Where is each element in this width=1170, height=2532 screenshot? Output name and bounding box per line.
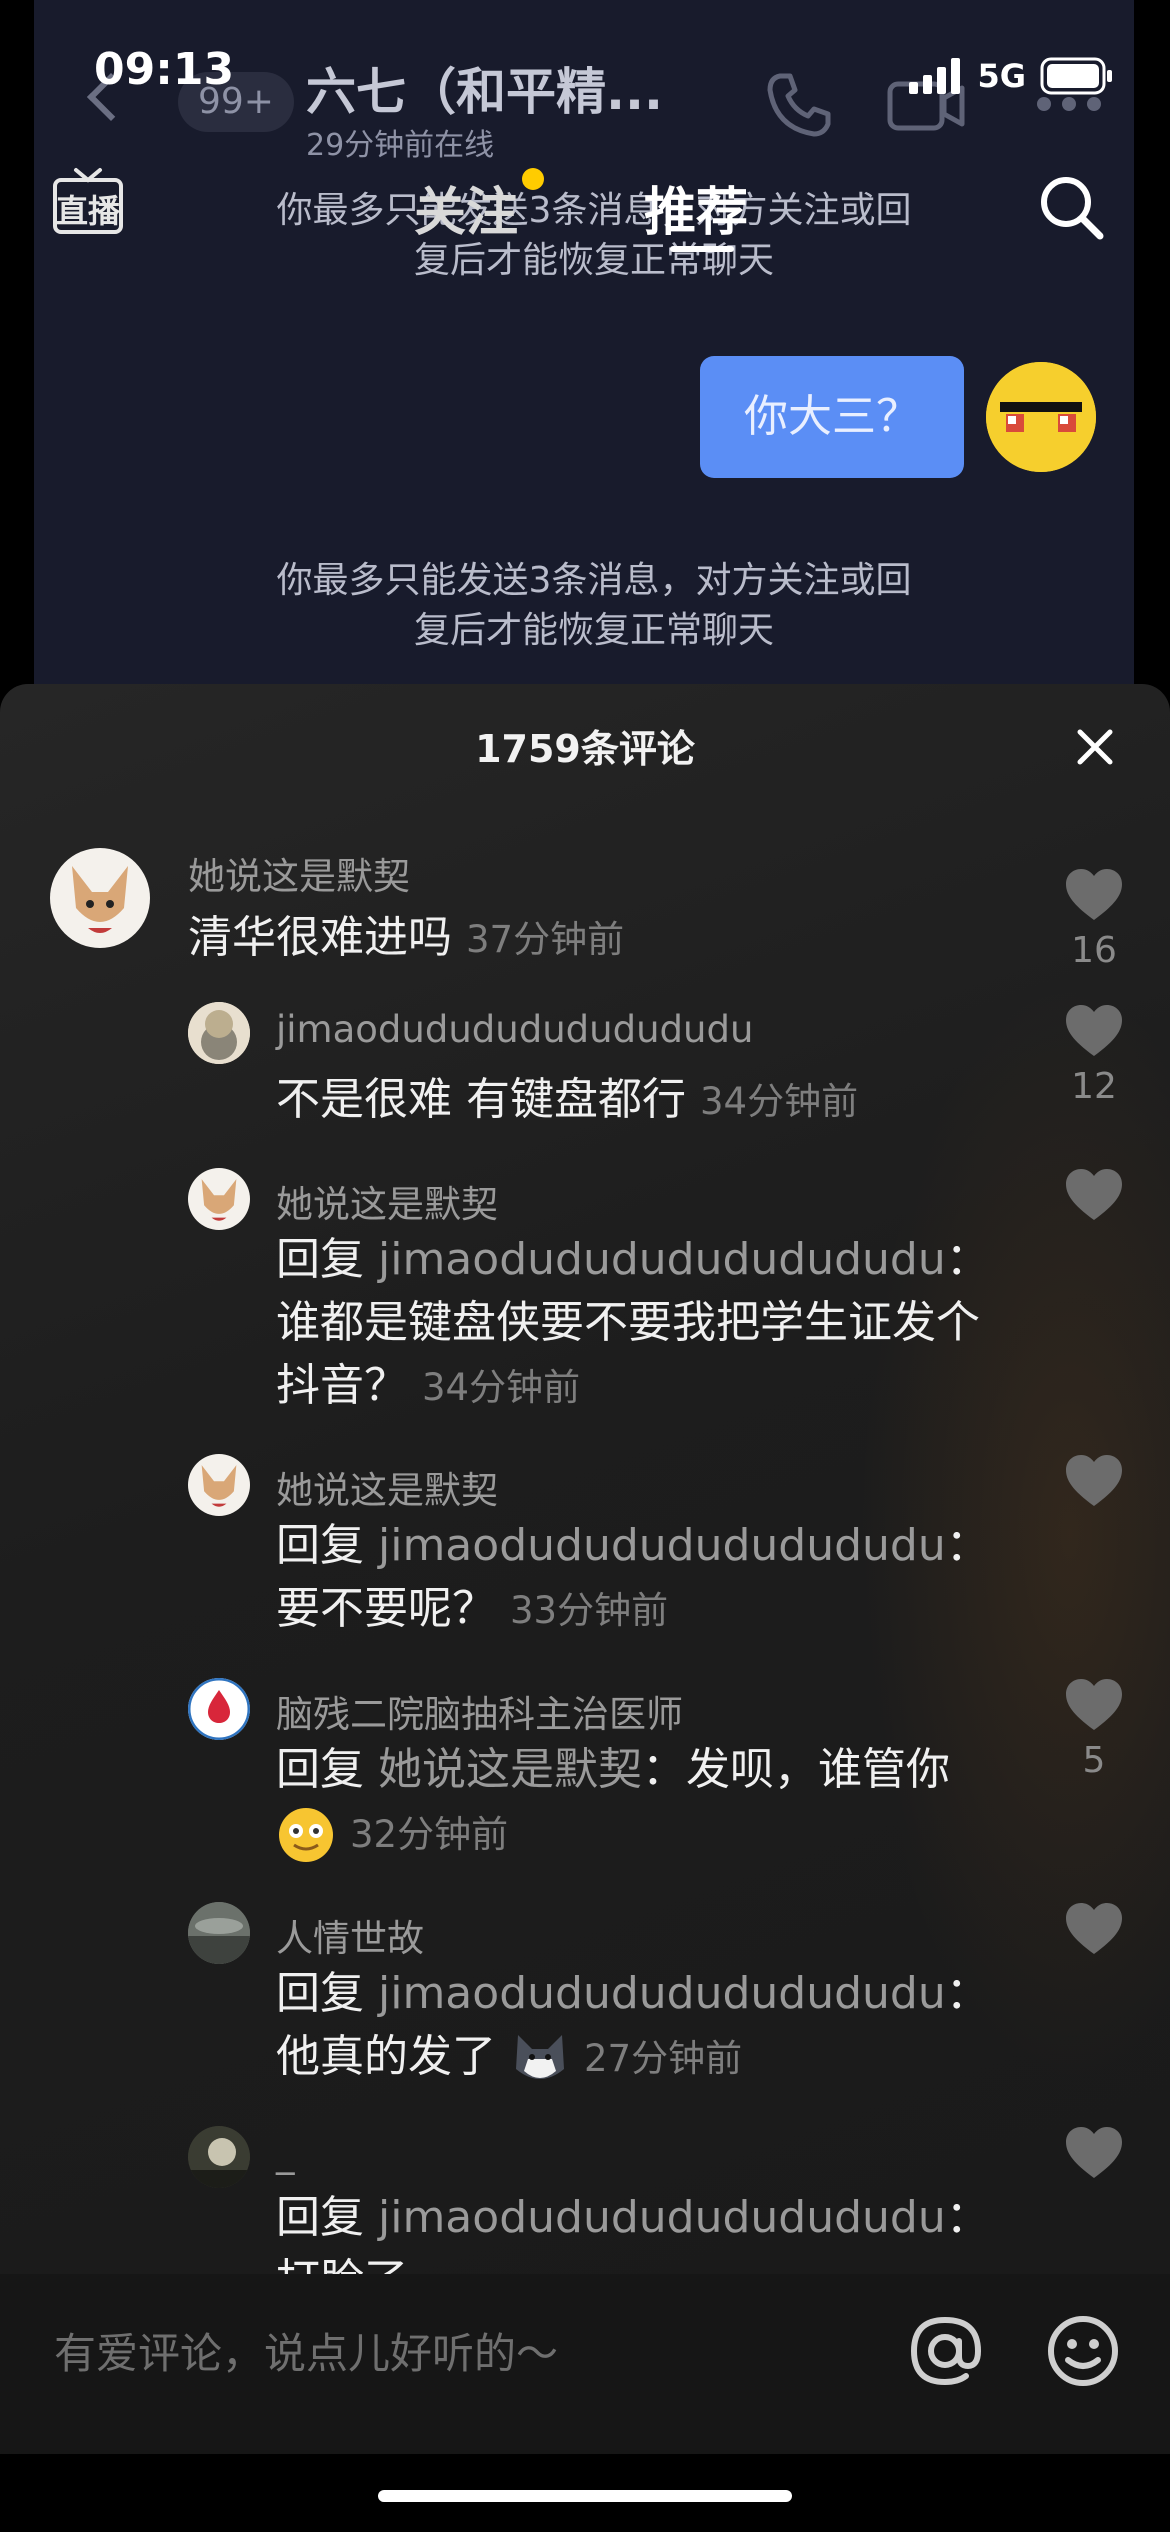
tab-follow-dot	[522, 168, 544, 190]
heart-icon	[1066, 1005, 1122, 1056]
emoji-picker-icon[interactable]	[1046, 2314, 1120, 2388]
reply-target[interactable]: jimaodudududududududu	[378, 2192, 946, 2243]
comment-time: 32分钟前	[350, 1813, 509, 1856]
comment-author[interactable]: 人情世故	[276, 1908, 424, 1962]
comment-text[interactable]: 回复 jimaodudududududududu：打脸了	[276, 2186, 1016, 2274]
husky-emoji-icon	[516, 2035, 564, 2079]
comment-author[interactable]: 脑残二院脑抽科主治医师	[276, 1684, 683, 1738]
comment-time: 27分钟前	[584, 2037, 743, 2080]
comment-time: 37分钟前	[466, 918, 625, 961]
comments-count-title: 1759条评论	[475, 727, 695, 771]
heart-icon	[1066, 869, 1122, 920]
heart-icon	[1066, 1169, 1122, 1220]
avatar[interactable]	[188, 1002, 250, 1064]
smiling-emoji-icon	[279, 1808, 333, 1862]
comment-time: 34分钟前	[700, 1080, 859, 1123]
like-button[interactable]: 16	[1058, 868, 1130, 971]
system-note: 你最多只能发送3条消息，对方关注或回 复后才能恢复正常聊天	[276, 190, 912, 281]
comment-text[interactable]: 回复 她说这是默契：发呗，谁管你 32分钟前	[276, 1738, 1016, 1866]
home-indicator[interactable]	[378, 2490, 792, 2502]
avatar[interactable]	[50, 848, 150, 948]
comments-sheet: 1759条评论 她说这是默契 清华很难进吗 37分钟前 16 jimaodudud…	[0, 684, 1170, 2274]
comment-text[interactable]: 清华很难进吗 37分钟前	[188, 906, 1038, 971]
avatar[interactable]	[188, 1678, 250, 1740]
tab-active-indicator	[670, 246, 734, 252]
like-button[interactable]	[1058, 1168, 1130, 1222]
signal-icon	[909, 58, 961, 94]
like-button[interactable]: 12	[1058, 1004, 1130, 1107]
chat-avatar	[986, 362, 1096, 472]
comment-author[interactable]: jimaodudududududududu	[276, 1008, 753, 1051]
comment-text[interactable]: 回复 jimaodudududududududu：他真的发了 27分钟前	[276, 1962, 1016, 2090]
avatar[interactable]	[188, 1902, 250, 1964]
like-count: 12	[1071, 1066, 1117, 1107]
avatar[interactable]	[188, 2126, 250, 2188]
live-label: 直播	[55, 192, 120, 230]
like-button[interactable]	[1058, 2126, 1130, 2180]
comment-time: 34分钟前	[422, 1366, 581, 1409]
like-button[interactable]: 5	[1058, 1678, 1130, 1781]
phone-icon	[767, 73, 831, 137]
at-mention-icon[interactable]	[908, 2314, 982, 2388]
like-button[interactable]	[1058, 1902, 1130, 1956]
like-button[interactable]	[1058, 1454, 1130, 1508]
comment-author[interactable]: _	[276, 2132, 295, 2175]
search-icon[interactable]	[1036, 172, 1106, 242]
comment-text[interactable]: 回复 jimaodudududududududu：谁都是键盘侠要不要我把学生证发…	[276, 1228, 1016, 1419]
heart-icon	[1066, 2127, 1122, 2178]
background-video[interactable]: 99+ 六七（和平精... 29分钟前在线 你最多只能发送3条消息，对方关注或回…	[34, 0, 1134, 700]
status-time: 09:13	[94, 44, 235, 95]
like-count: 16	[1071, 930, 1117, 971]
system-note-2: 你最多只能发送3条消息，对方关注或回 复后才能恢复正常聊天	[276, 560, 912, 651]
comment-input-bar[interactable]: 有爱评论，说点儿好听的～	[0, 2274, 1170, 2454]
heart-icon	[1066, 1455, 1122, 1506]
comment-input[interactable]: 有爱评论，说点儿好听的～	[54, 2320, 558, 2381]
reply-target[interactable]: jimaodudududududududu	[378, 1520, 946, 1571]
reply-target[interactable]: jimaodudududududududu	[378, 1234, 946, 1285]
reply-target[interactable]: jimaodudududududududu	[378, 1968, 946, 2019]
comment-author[interactable]: 她说这是默契	[276, 1460, 498, 1514]
comment-time: 33分钟前	[510, 1589, 669, 1632]
close-icon[interactable]	[1070, 722, 1120, 772]
live-button[interactable]: 直播	[52, 164, 124, 236]
avatar[interactable]	[188, 1454, 250, 1516]
chat-last-seen: 29分钟前在线	[306, 128, 495, 163]
heart-icon	[1066, 1679, 1122, 1730]
heart-icon	[1066, 1903, 1122, 1954]
status-right: 5G	[909, 54, 1114, 98]
comment-text[interactable]: 不是很难 有键盘都行 34分钟前	[276, 1068, 1056, 1133]
chat-contact-name: 六七（和平精...	[306, 63, 663, 121]
comment-text[interactable]: 回复 jimaodudududududududu：要不要呢？ 33分钟前	[276, 1514, 1016, 1642]
tab-follow[interactable]: 关注	[414, 170, 518, 245]
battery-icon	[1040, 57, 1112, 95]
my-message-bubble: 你大三？	[700, 356, 964, 478]
comment-author[interactable]: 她说这是默契	[276, 1174, 498, 1228]
like-count: 5	[1082, 1740, 1106, 1781]
network-label: 5G	[977, 57, 1026, 95]
tab-recommend[interactable]: 推荐	[644, 170, 748, 245]
avatar[interactable]	[188, 1168, 250, 1230]
reply-target[interactable]: 她说这是默契	[378, 1744, 642, 1795]
comment-author[interactable]: 她说这是默契	[188, 846, 410, 900]
